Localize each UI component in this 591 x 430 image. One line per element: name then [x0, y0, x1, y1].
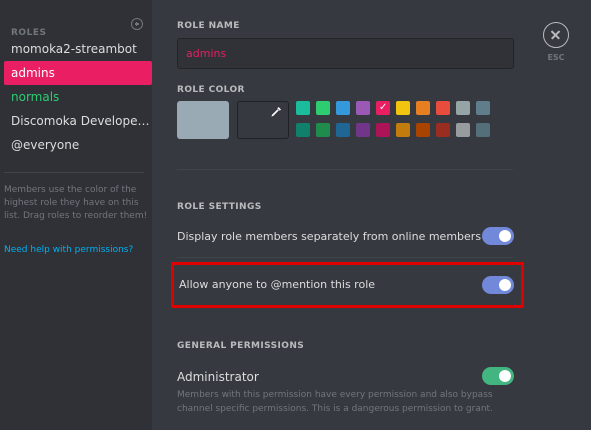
roles-header: ROLES — [11, 18, 144, 38]
administrator-label: Administrator — [177, 370, 259, 384]
color-swatch[interactable] — [336, 123, 350, 137]
swatch-row — [296, 123, 516, 137]
color-swatch[interactable] — [296, 101, 310, 115]
permissions-help-link[interactable]: Need help with permissions? — [4, 245, 133, 255]
administrator-toggle[interactable] — [482, 367, 514, 385]
eyedropper-icon — [271, 107, 281, 117]
role-item-normals[interactable]: normals — [4, 85, 152, 109]
role-name-label: ROLE NAME — [177, 21, 240, 31]
role-item-admins[interactable]: admins — [4, 61, 152, 85]
selected-color-preview[interactable] — [177, 101, 229, 139]
display-separately-label: Display role members separately from onl… — [177, 230, 482, 243]
roles-sidebar: ROLES momoka2-streambot admins normals D… — [0, 0, 152, 430]
color-swatch[interactable] — [436, 101, 450, 115]
color-swatch[interactable] — [456, 123, 470, 137]
color-swatch[interactable] — [356, 123, 370, 137]
role-item-momoka2-streambot[interactable]: momoka2-streambot — [4, 37, 152, 61]
color-swatch[interactable] — [436, 123, 450, 137]
role-list: momoka2-streambot admins normals Discomo… — [4, 37, 152, 157]
general-permissions-label: GENERAL PERMISSIONS — [177, 341, 305, 351]
roles-help-text: Members use the color of the highest rol… — [4, 185, 148, 221]
color-swatch[interactable] — [416, 123, 430, 137]
color-swatch[interactable] — [336, 101, 350, 115]
esc-label: ESC — [547, 53, 565, 62]
color-swatch[interactable] — [476, 123, 490, 137]
role-item-everyone[interactable]: @everyone — [4, 133, 152, 157]
color-swatches: ✓ — [296, 101, 516, 145]
color-swatch[interactable]: ✓ — [376, 101, 390, 115]
color-swatch[interactable] — [376, 123, 390, 137]
toggle-knob — [499, 370, 511, 382]
color-swatch[interactable] — [456, 101, 470, 115]
color-swatch[interactable] — [396, 101, 410, 115]
color-swatch[interactable] — [476, 101, 490, 115]
color-swatch[interactable] — [316, 123, 330, 137]
color-swatch[interactable] — [316, 101, 330, 115]
role-color-label: ROLE COLOR — [177, 85, 245, 95]
role-settings-label: ROLE SETTINGS — [177, 202, 262, 212]
section-divider — [177, 169, 513, 170]
role-item-discomoka-developer[interactable]: Discomoka Developer Ed.. — [4, 109, 152, 133]
color-swatch[interactable] — [296, 123, 310, 137]
toggle-knob — [499, 279, 511, 291]
toggle-knob — [499, 230, 511, 242]
check-icon: ✓ — [379, 102, 388, 113]
allow-mention-label: Allow anyone to @mention this role — [179, 278, 376, 291]
plus-circle-icon[interactable] — [131, 18, 143, 30]
color-swatch[interactable] — [396, 123, 410, 137]
swatch-row: ✓ — [296, 101, 516, 115]
custom-color-picker[interactable] — [237, 101, 289, 139]
close-control: ESC — [543, 22, 571, 62]
display-separately-toggle[interactable] — [482, 227, 514, 245]
color-swatch[interactable] — [356, 101, 370, 115]
setting-divider — [177, 257, 513, 258]
sidebar-divider — [4, 172, 144, 173]
role-name-input[interactable]: admins — [177, 38, 514, 69]
color-swatch[interactable] — [416, 101, 430, 115]
administrator-description: Members with this permission have every … — [177, 390, 493, 414]
allow-mention-toggle[interactable] — [482, 276, 514, 294]
close-icon[interactable] — [543, 22, 569, 48]
